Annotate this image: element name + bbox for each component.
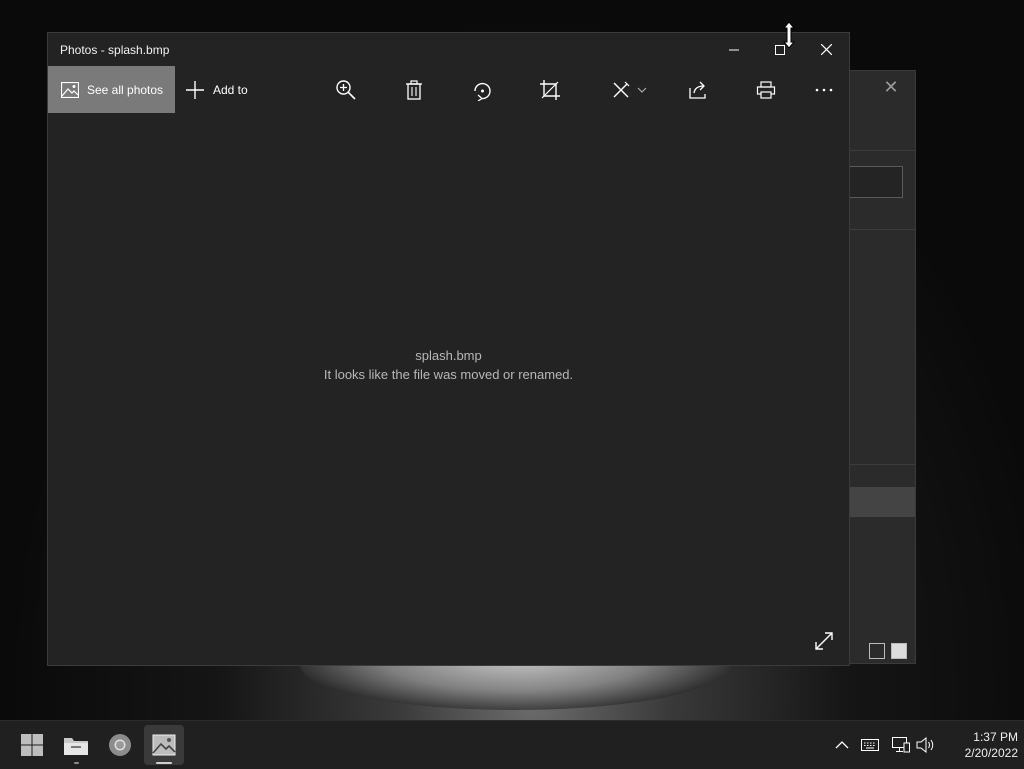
add-to-button[interactable]: Add to (185, 66, 248, 113)
running-indicator (74, 762, 79, 764)
more-button[interactable] (804, 66, 844, 113)
maximize-button[interactable] (757, 33, 803, 66)
print-button[interactable] (746, 66, 786, 113)
chevron-up-icon (835, 741, 849, 749)
edit-button[interactable] (604, 66, 654, 113)
taskbar: 1:37 PM 2/20/2022 (0, 720, 1024, 769)
background-window-input[interactable] (845, 166, 903, 198)
keyboard-button[interactable] (858, 733, 882, 757)
share-icon (689, 81, 706, 99)
see-all-photos-button[interactable]: See all photos (48, 66, 175, 113)
expand-icon (815, 632, 833, 650)
taskbar-chrome[interactable] (100, 725, 140, 765)
resize-cursor-icon (782, 22, 796, 48)
show-hidden-icons-button[interactable] (830, 733, 854, 757)
edit-icon (613, 81, 630, 97)
start-icon (21, 734, 43, 756)
fullscreen-button[interactable] (811, 628, 837, 654)
clock-date: 2/20/2022 (964, 746, 1018, 760)
gallery-icon (61, 81, 79, 98)
preview-view-icon[interactable] (891, 643, 907, 659)
volume-icon (916, 737, 934, 753)
more-icon (815, 88, 833, 91)
error-filename: splash.bmp (415, 348, 482, 363)
title-bar[interactable]: Photos - splash.bmp (48, 33, 849, 66)
minimize-icon (729, 49, 739, 50)
chevron-down-icon (637, 87, 647, 93)
background-window-close-icon[interactable]: ✕ (881, 77, 901, 97)
chrome-icon (109, 734, 131, 756)
keyboard-icon (861, 739, 879, 751)
start-button[interactable] (12, 725, 52, 765)
plus-icon (186, 80, 204, 99)
rotate-button[interactable] (462, 66, 502, 113)
desktop: ✕ Photos - splash.bmp See all photos Add… (0, 0, 1024, 720)
volume-button[interactable] (914, 733, 938, 757)
crop-icon (540, 79, 560, 100)
network-button[interactable] (889, 733, 913, 757)
add-to-label: Add to (213, 82, 248, 97)
active-indicator (156, 762, 172, 764)
system-clock[interactable]: 1:37 PM 2/20/2022 (940, 729, 1018, 761)
rotate-icon (474, 82, 491, 101)
zoom-in-icon (336, 79, 356, 100)
close-button[interactable] (803, 33, 849, 66)
see-all-photos-label: See all photos (87, 82, 164, 97)
file-explorer-icon (64, 738, 88, 755)
delete-icon (406, 79, 422, 100)
image-viewer: splash.bmp It looks like the file was mo… (48, 114, 849, 665)
minimize-button[interactable] (711, 33, 757, 66)
taskbar-file-explorer[interactable] (56, 725, 96, 765)
close-icon (820, 44, 832, 55)
clock-time: 1:37 PM (973, 730, 1018, 744)
details-view-icon[interactable] (869, 643, 885, 659)
taskbar-photos[interactable] (144, 725, 184, 765)
delete-button[interactable] (394, 66, 434, 113)
crop-button[interactable] (530, 66, 570, 113)
zoom-button[interactable] (326, 66, 366, 113)
window-title: Photos - splash.bmp (60, 43, 170, 57)
print-icon (756, 80, 776, 99)
photos-window: Photos - splash.bmp See all photos Add t… (47, 32, 850, 666)
photos-icon (152, 734, 176, 756)
network-icon (892, 737, 910, 753)
toolbar: See all photos Add to (48, 66, 849, 114)
share-button[interactable] (678, 66, 718, 113)
error-message: It looks like the file was moved or rena… (323, 367, 574, 382)
